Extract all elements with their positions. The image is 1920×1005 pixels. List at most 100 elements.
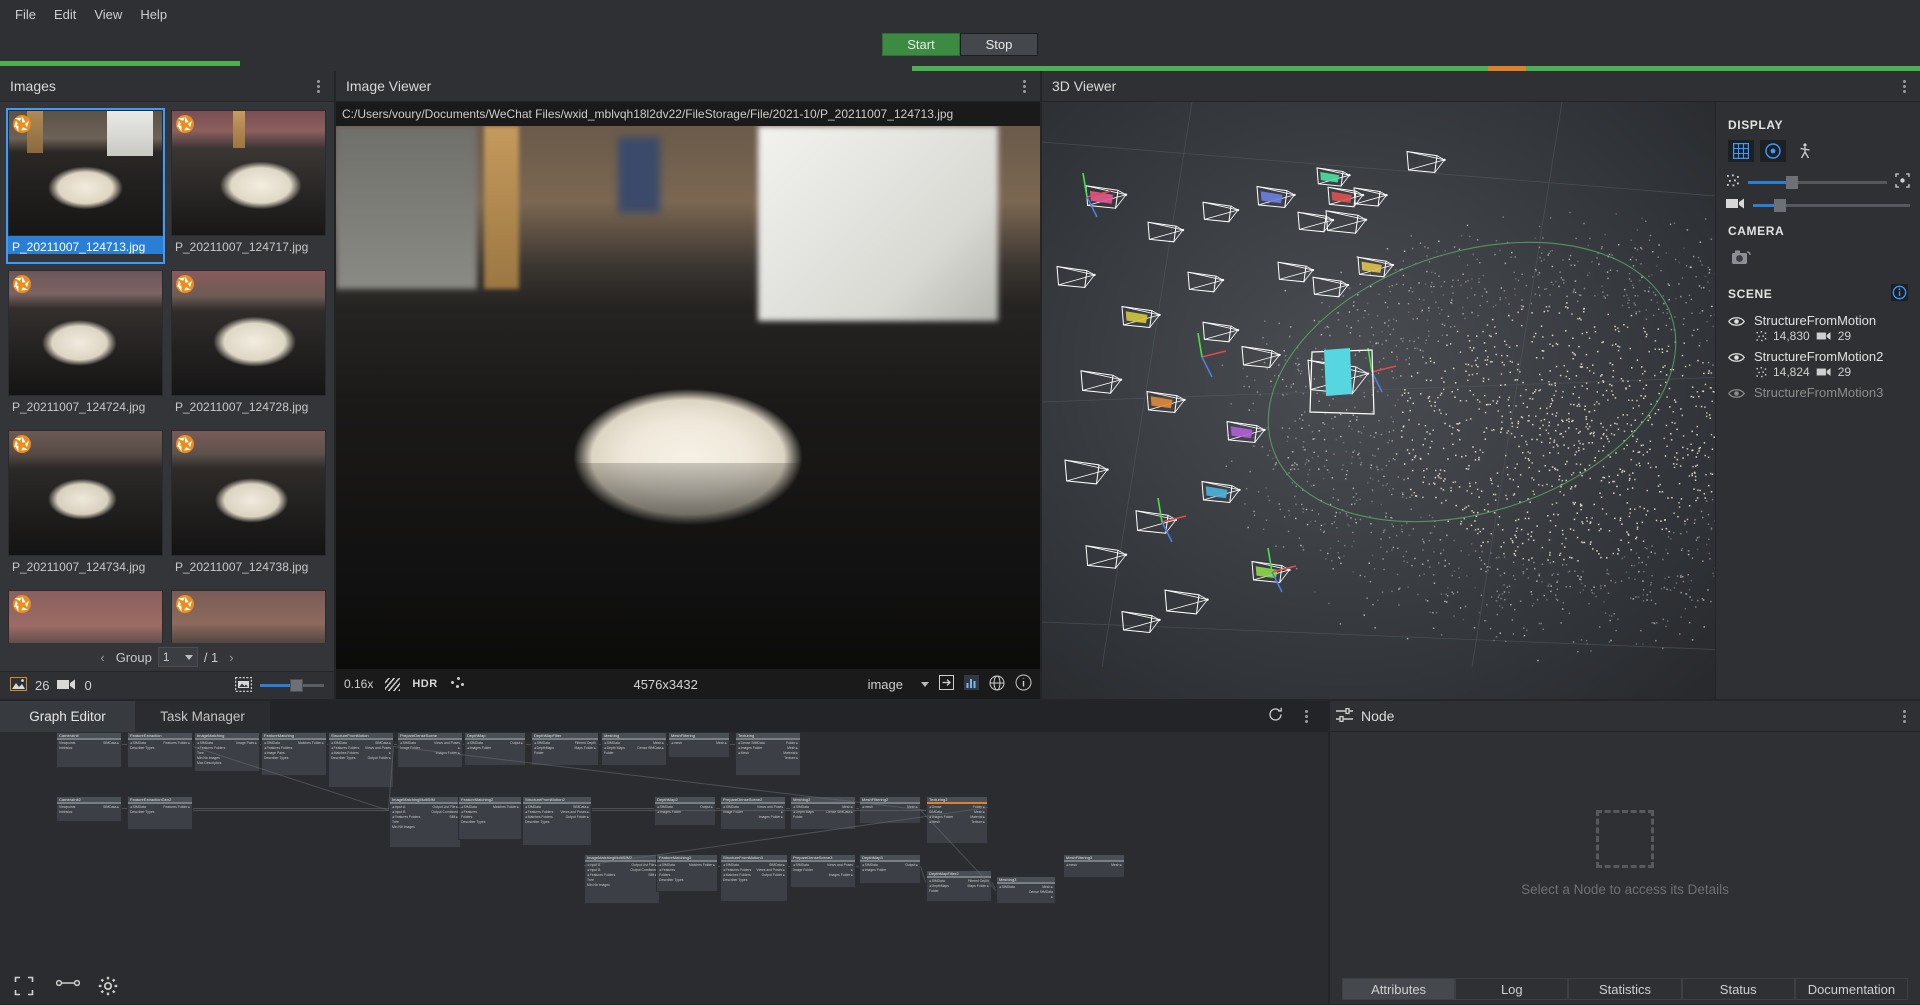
auto-layout-icon[interactable] [55, 976, 81, 996]
viewer3d-canvas[interactable] [1042, 102, 1715, 699]
image-thumbnail[interactable]: P_20211007_124734.jpg [8, 430, 163, 582]
info-icon[interactable] [1015, 674, 1032, 694]
scene-item[interactable]: StructureFromMotion3 [1716, 382, 1920, 403]
graph-node[interactable]: PrepareDenseScene2 ◂ SfMData Image Folder… [720, 796, 786, 830]
graph-node[interactable]: DepthMap3 ◂ SfMData ◂ Images Folder Outpu… [859, 854, 921, 884]
image-thumbnail[interactable] [8, 590, 163, 643]
histogram-icon[interactable] [964, 675, 979, 693]
node-tab-documentation[interactable]: Documentation [1794, 978, 1909, 1000]
menu-help[interactable]: Help [131, 3, 176, 26]
graph-node[interactable]: Meshing ◂ SfMData ◂ Depth Maps Folder Mes… [601, 732, 667, 766]
zoom-level-label[interactable]: 0.16x [344, 677, 373, 691]
photo-curtain-region [758, 126, 998, 322]
graph-node[interactable]: FeatureMatching ◂ SfMData ◂ Features Fold… [261, 732, 327, 776]
node-tab-log[interactable]: Log [1455, 978, 1569, 1000]
display-mode-buttons [1716, 138, 1920, 170]
point-size-slider-knob[interactable] [1786, 175, 1799, 189]
point-size-slider[interactable] [1748, 175, 1887, 189]
image-viewer-canvas[interactable] [336, 126, 1040, 669]
node-panel-menu-icon[interactable] [1897, 706, 1912, 727]
graph-node[interactable]: FeatureMatching2 ◂ SfMData ◂ Features Fol… [458, 796, 522, 840]
camera-frustum [1226, 420, 1266, 444]
image-thumbnail[interactable]: P_20211007_124728.jpg [171, 270, 326, 422]
menu-view[interactable]: View [85, 3, 131, 26]
graph-node[interactable]: Texturing ◂ Dense SfMData ◂ Images Folder… [735, 732, 801, 776]
graph-node-inputs: ◂ Input A ◂ Input B ◂ Features Folders Tree… [587, 863, 616, 887]
node-graph-canvas[interactable]: CameraInit Viewpoints Intrinsics SfMData … [0, 732, 1328, 968]
group-select[interactable]: 1 [157, 647, 198, 667]
thumbnail-size-slider-knob[interactable] [289, 679, 303, 692]
viewer3d-panel: 3D Viewer DISPLAY CAMERA SCENE Structure… [1042, 71, 1920, 699]
visibility-eye-icon[interactable] [1728, 351, 1745, 362]
camera-size-slider[interactable] [1753, 198, 1910, 212]
graph-node[interactable]: Meshing3 ◂ SfMData Mesh ▸ Dense SfMData ▸ [996, 876, 1056, 904]
gizmo-icon[interactable] [1760, 140, 1786, 162]
graph-edge [458, 807, 461, 808]
thumbnail-size-slider[interactable] [260, 679, 324, 692]
image-thumbnail[interactable]: P_20211007_124738.jpg [171, 430, 326, 582]
visibility-eye-icon[interactable] [1728, 315, 1745, 326]
graph-node[interactable]: CameraInit2 Viewpoints Intrinsics SfMData… [56, 796, 122, 822]
graph-edge [193, 808, 389, 809]
graph-editor-menu-icon[interactable] [1299, 706, 1314, 727]
export-icon[interactable] [939, 675, 954, 693]
graph-node[interactable]: ImageMatchingMultiSfM ◂ Input A ◂ Input B… [389, 796, 461, 848]
visibility-eye-icon[interactable] [1728, 387, 1745, 398]
image-thumbnail[interactable] [171, 590, 326, 643]
scene-item-row: StructureFromMotion3 [1728, 385, 1908, 400]
graph-node[interactable]: Texturing2 ◂ Dense SfMData ◂ Images Folde… [926, 796, 988, 844]
viewer3d-menu-icon[interactable] [1897, 76, 1912, 97]
scene-item-list[interactable]: StructureFromMotion 14,830 29 StructureF… [1716, 310, 1920, 403]
graph-node[interactable]: FeatureExtractionGen2 ◂ SfMData Describer… [127, 796, 193, 830]
tab-graph-editor[interactable]: Graph Editor [0, 701, 135, 732]
stop-button[interactable]: Stop [960, 33, 1038, 56]
graph-node[interactable]: FeatureExtraction ◂ SfMData Describer Typ… [127, 732, 193, 768]
menu-edit[interactable]: Edit [45, 3, 85, 26]
scene-item[interactable]: StructureFromMotion2 14,824 29 [1716, 346, 1920, 382]
image-thumbnail-grid[interactable]: P_20211007_124713.jpg P_20211007_124717.… [0, 102, 334, 643]
group-prev-icon[interactable]: ‹ [95, 650, 109, 665]
refresh-icon[interactable] [1268, 707, 1283, 727]
node-tab-attributes[interactable]: Attributes [1342, 978, 1456, 1000]
image-path-bar: C:/Users/voury/Documents/WeChat Files/wx… [336, 102, 1040, 126]
human-scale-icon[interactable] [1792, 140, 1818, 162]
features-icon[interactable] [450, 677, 464, 691]
node-tab-status[interactable]: Status [1681, 978, 1795, 1000]
globe-icon[interactable] [989, 675, 1005, 694]
graph-node[interactable]: DepthMapFilter ◂ SfMData ◂ DepthMaps Fold… [531, 732, 599, 766]
image-thumbnail[interactable]: P_20211007_124717.jpg [171, 110, 326, 262]
image-source-select[interactable]: image [868, 677, 929, 692]
graph-node[interactable]: StructureFromMotion2 ◂ SfMData ◂ Features… [522, 796, 592, 846]
graph-node[interactable]: ImageMatchingMultiSfM2 ◂ Input A ◂ Input … [584, 854, 660, 904]
group-next-icon[interactable]: › [224, 650, 238, 665]
tab-task-manager[interactable]: Task Manager [135, 701, 270, 732]
graph-node[interactable]: StructureFromMotion3 ◂ SfMData ◂ Features… [720, 854, 788, 902]
graph-node[interactable]: DepthMap2 ◂ SfMData ◂ Images Folder Outpu… [654, 796, 716, 826]
graph-node[interactable]: StructureFromMotion ◂ SfMData ◂ Features … [328, 732, 394, 788]
image-thumbnail[interactable]: P_20211007_124724.jpg [8, 270, 163, 422]
start-button[interactable]: Start [882, 33, 960, 56]
hdr-toggle[interactable]: HDR [412, 678, 437, 690]
graph-node[interactable]: MeshFiltering3 ◂ mesh Mesh ▸ [1063, 854, 1125, 878]
scene-info-icon[interactable] [1891, 284, 1908, 304]
photo-camera-icon[interactable] [1728, 246, 1754, 268]
main-content-row: Images P_20211007_124713.jpg P_20211007_… [0, 71, 1920, 699]
camera-size-slider-knob[interactable] [1773, 198, 1786, 212]
graph-node[interactable]: CameraInit Viewpoints Intrinsics SfMData … [56, 732, 122, 768]
alpha-checker-icon[interactable] [385, 677, 401, 691]
graph-node[interactable]: PrepareDenseScene3 ◂ SfMData Image Folder… [790, 854, 856, 888]
fit-view-icon[interactable] [14, 976, 34, 996]
graph-node[interactable]: MeshFiltering ◂ mesh Mesh ▸ [668, 732, 730, 758]
graph-node[interactable]: FeatureMatching3 ◂ SfMData ◂ Features Fol… [656, 854, 718, 892]
graph-node-outputs: Views and Poses ▸Images Folder ▸ [757, 805, 783, 819]
images-panel-menu-icon[interactable] [311, 76, 326, 97]
image-viewer-menu-icon[interactable] [1017, 76, 1032, 97]
graph-settings-gear-icon[interactable] [98, 976, 118, 996]
scene-item[interactable]: StructureFromMotion 14,830 29 [1716, 310, 1920, 346]
image-thumbnail[interactable]: P_20211007_124713.jpg [6, 108, 165, 264]
node-tab-statistics[interactable]: Statistics [1568, 978, 1682, 1000]
node-detail-tab-strip[interactable]: Attributes Log Statistics Status Documentati… [1330, 974, 1920, 1004]
grid-icon[interactable] [1728, 140, 1754, 162]
focus-icon[interactable] [1895, 173, 1910, 191]
menu-file[interactable]: File [6, 3, 45, 26]
